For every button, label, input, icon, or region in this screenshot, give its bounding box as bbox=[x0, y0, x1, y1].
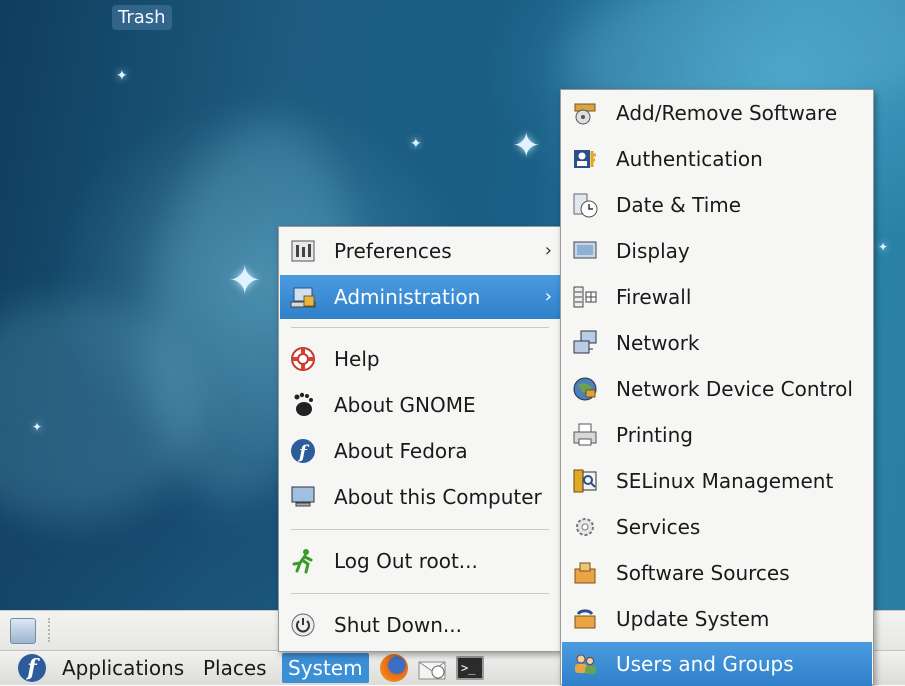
menu-item-software-sources[interactable]: Software Sources bbox=[562, 551, 872, 595]
menu-item-preferences[interactable]: Preferences › bbox=[280, 229, 560, 273]
menu-item-label: About this Computer bbox=[334, 485, 542, 509]
users-icon bbox=[575, 654, 596, 674]
menu-item-label: About GNOME bbox=[334, 393, 476, 417]
menu-item-label: Users and Groups bbox=[616, 652, 794, 676]
panel-handle bbox=[48, 618, 53, 642]
mail-clock-icon[interactable] bbox=[418, 656, 448, 680]
menu-item-label: Help bbox=[334, 347, 380, 371]
administration-submenu: Add/Remove Software Authentication Date … bbox=[560, 89, 874, 686]
menu-item-label: Printing bbox=[616, 423, 693, 447]
places-menu[interactable]: Places bbox=[203, 653, 267, 683]
menu-item-shut-down[interactable]: Shut Down... bbox=[280, 603, 560, 647]
menu-item-users-and-groups[interactable]: Users and Groups bbox=[562, 642, 872, 686]
monitor-icon bbox=[291, 486, 315, 507]
menu-item-label: Firewall bbox=[616, 285, 692, 309]
software-sources-icon bbox=[574, 562, 596, 584]
menu-separator bbox=[291, 327, 549, 328]
submenu-arrow-icon: › bbox=[544, 286, 552, 307]
selinux-icon bbox=[573, 469, 597, 493]
preferences-icon bbox=[291, 240, 315, 262]
sparkle: ✦ bbox=[116, 68, 128, 84]
menu-item-authentication[interactable]: Authentication bbox=[562, 137, 872, 181]
sparkle: ✦ bbox=[878, 240, 889, 254]
menu-item-printing[interactable]: Printing bbox=[562, 413, 872, 457]
menu-item-label: Network Device Control bbox=[616, 377, 853, 401]
menu-item-label: Log Out root... bbox=[334, 549, 478, 573]
applications-menu[interactable]: Applications bbox=[62, 653, 184, 683]
system-menu[interactable]: System bbox=[282, 653, 369, 683]
menu-item-help[interactable]: Help bbox=[280, 337, 560, 381]
menu-item-label: Software Sources bbox=[616, 561, 790, 585]
firefox-icon[interactable] bbox=[380, 654, 408, 682]
menu-item-network[interactable]: Network bbox=[562, 321, 872, 365]
menu-item-firewall[interactable]: Firewall bbox=[562, 275, 872, 319]
menu-item-date-time[interactable]: Date & Time bbox=[562, 183, 872, 227]
menu-item-add-remove-software[interactable]: Add/Remove Software bbox=[562, 91, 872, 135]
menu-item-label: Authentication bbox=[616, 147, 763, 171]
system-dropdown: Preferences › Administration › Help Abou… bbox=[278, 226, 562, 652]
sparkle: ✦ bbox=[228, 258, 262, 304]
keys-user-icon bbox=[574, 150, 596, 168]
menu-item-log-out[interactable]: Log Out root... bbox=[280, 539, 560, 583]
menu-item-label: SELinux Management bbox=[616, 469, 834, 493]
power-icon bbox=[291, 613, 315, 637]
menu-item-label: Update System bbox=[616, 607, 770, 631]
sparkle: ✦ bbox=[512, 126, 541, 166]
network-device-icon bbox=[573, 377, 597, 401]
display-icon bbox=[573, 241, 597, 259]
menu-item-services[interactable]: Services bbox=[562, 505, 872, 549]
menu-item-administration[interactable]: Administration › bbox=[280, 275, 560, 319]
sparkle: ✦ bbox=[410, 136, 422, 152]
sparkle: ✦ bbox=[32, 420, 43, 434]
gear-icon bbox=[576, 518, 594, 536]
lifebuoy-icon bbox=[291, 347, 315, 371]
running-man-icon bbox=[292, 549, 313, 574]
menu-item-selinux-management[interactable]: SELinux Management bbox=[562, 459, 872, 503]
trash-icon-label[interactable]: Trash bbox=[112, 5, 172, 30]
menu-separator bbox=[291, 593, 549, 594]
menu-item-label: Administration bbox=[334, 285, 481, 309]
update-icon bbox=[574, 609, 596, 629]
show-desktop-icon[interactable] bbox=[10, 618, 36, 644]
menu-item-label: Date & Time bbox=[616, 193, 742, 217]
menu-item-network-device-control[interactable]: Network Device Control bbox=[562, 367, 872, 411]
menu-separator bbox=[291, 529, 549, 530]
menu-item-display[interactable]: Display bbox=[562, 229, 872, 273]
menu-item-label: Preferences bbox=[334, 239, 452, 263]
menu-item-about-this-computer[interactable]: About this Computer bbox=[280, 475, 560, 519]
menu-item-label: Shut Down... bbox=[334, 613, 462, 637]
gnome-foot-icon bbox=[294, 392, 313, 416]
menu-item-label: Add/Remove Software bbox=[616, 101, 838, 125]
menu-item-label: Services bbox=[616, 515, 701, 539]
menu-item-update-system[interactable]: Update System bbox=[562, 597, 872, 641]
menu-item-label: Display bbox=[616, 239, 690, 263]
menu-item-label: Network bbox=[616, 331, 700, 355]
printer-icon bbox=[573, 423, 597, 446]
package-icon bbox=[574, 103, 596, 125]
menu-item-label: About Fedora bbox=[334, 439, 468, 463]
clock-icon bbox=[573, 193, 598, 218]
terminal-icon[interactable]: >_ bbox=[456, 656, 484, 680]
menu-item-about-fedora[interactable]: f About Fedora bbox=[280, 429, 560, 473]
fedora-logo-icon[interactable]: f bbox=[18, 654, 46, 682]
submenu-arrow-icon: › bbox=[544, 240, 552, 261]
administration-icon bbox=[290, 287, 316, 308]
fedora-icon: f bbox=[291, 439, 315, 463]
firewall-icon bbox=[573, 286, 597, 308]
menu-item-about-gnome[interactable]: About GNOME bbox=[280, 383, 560, 427]
network-icon bbox=[573, 330, 597, 354]
